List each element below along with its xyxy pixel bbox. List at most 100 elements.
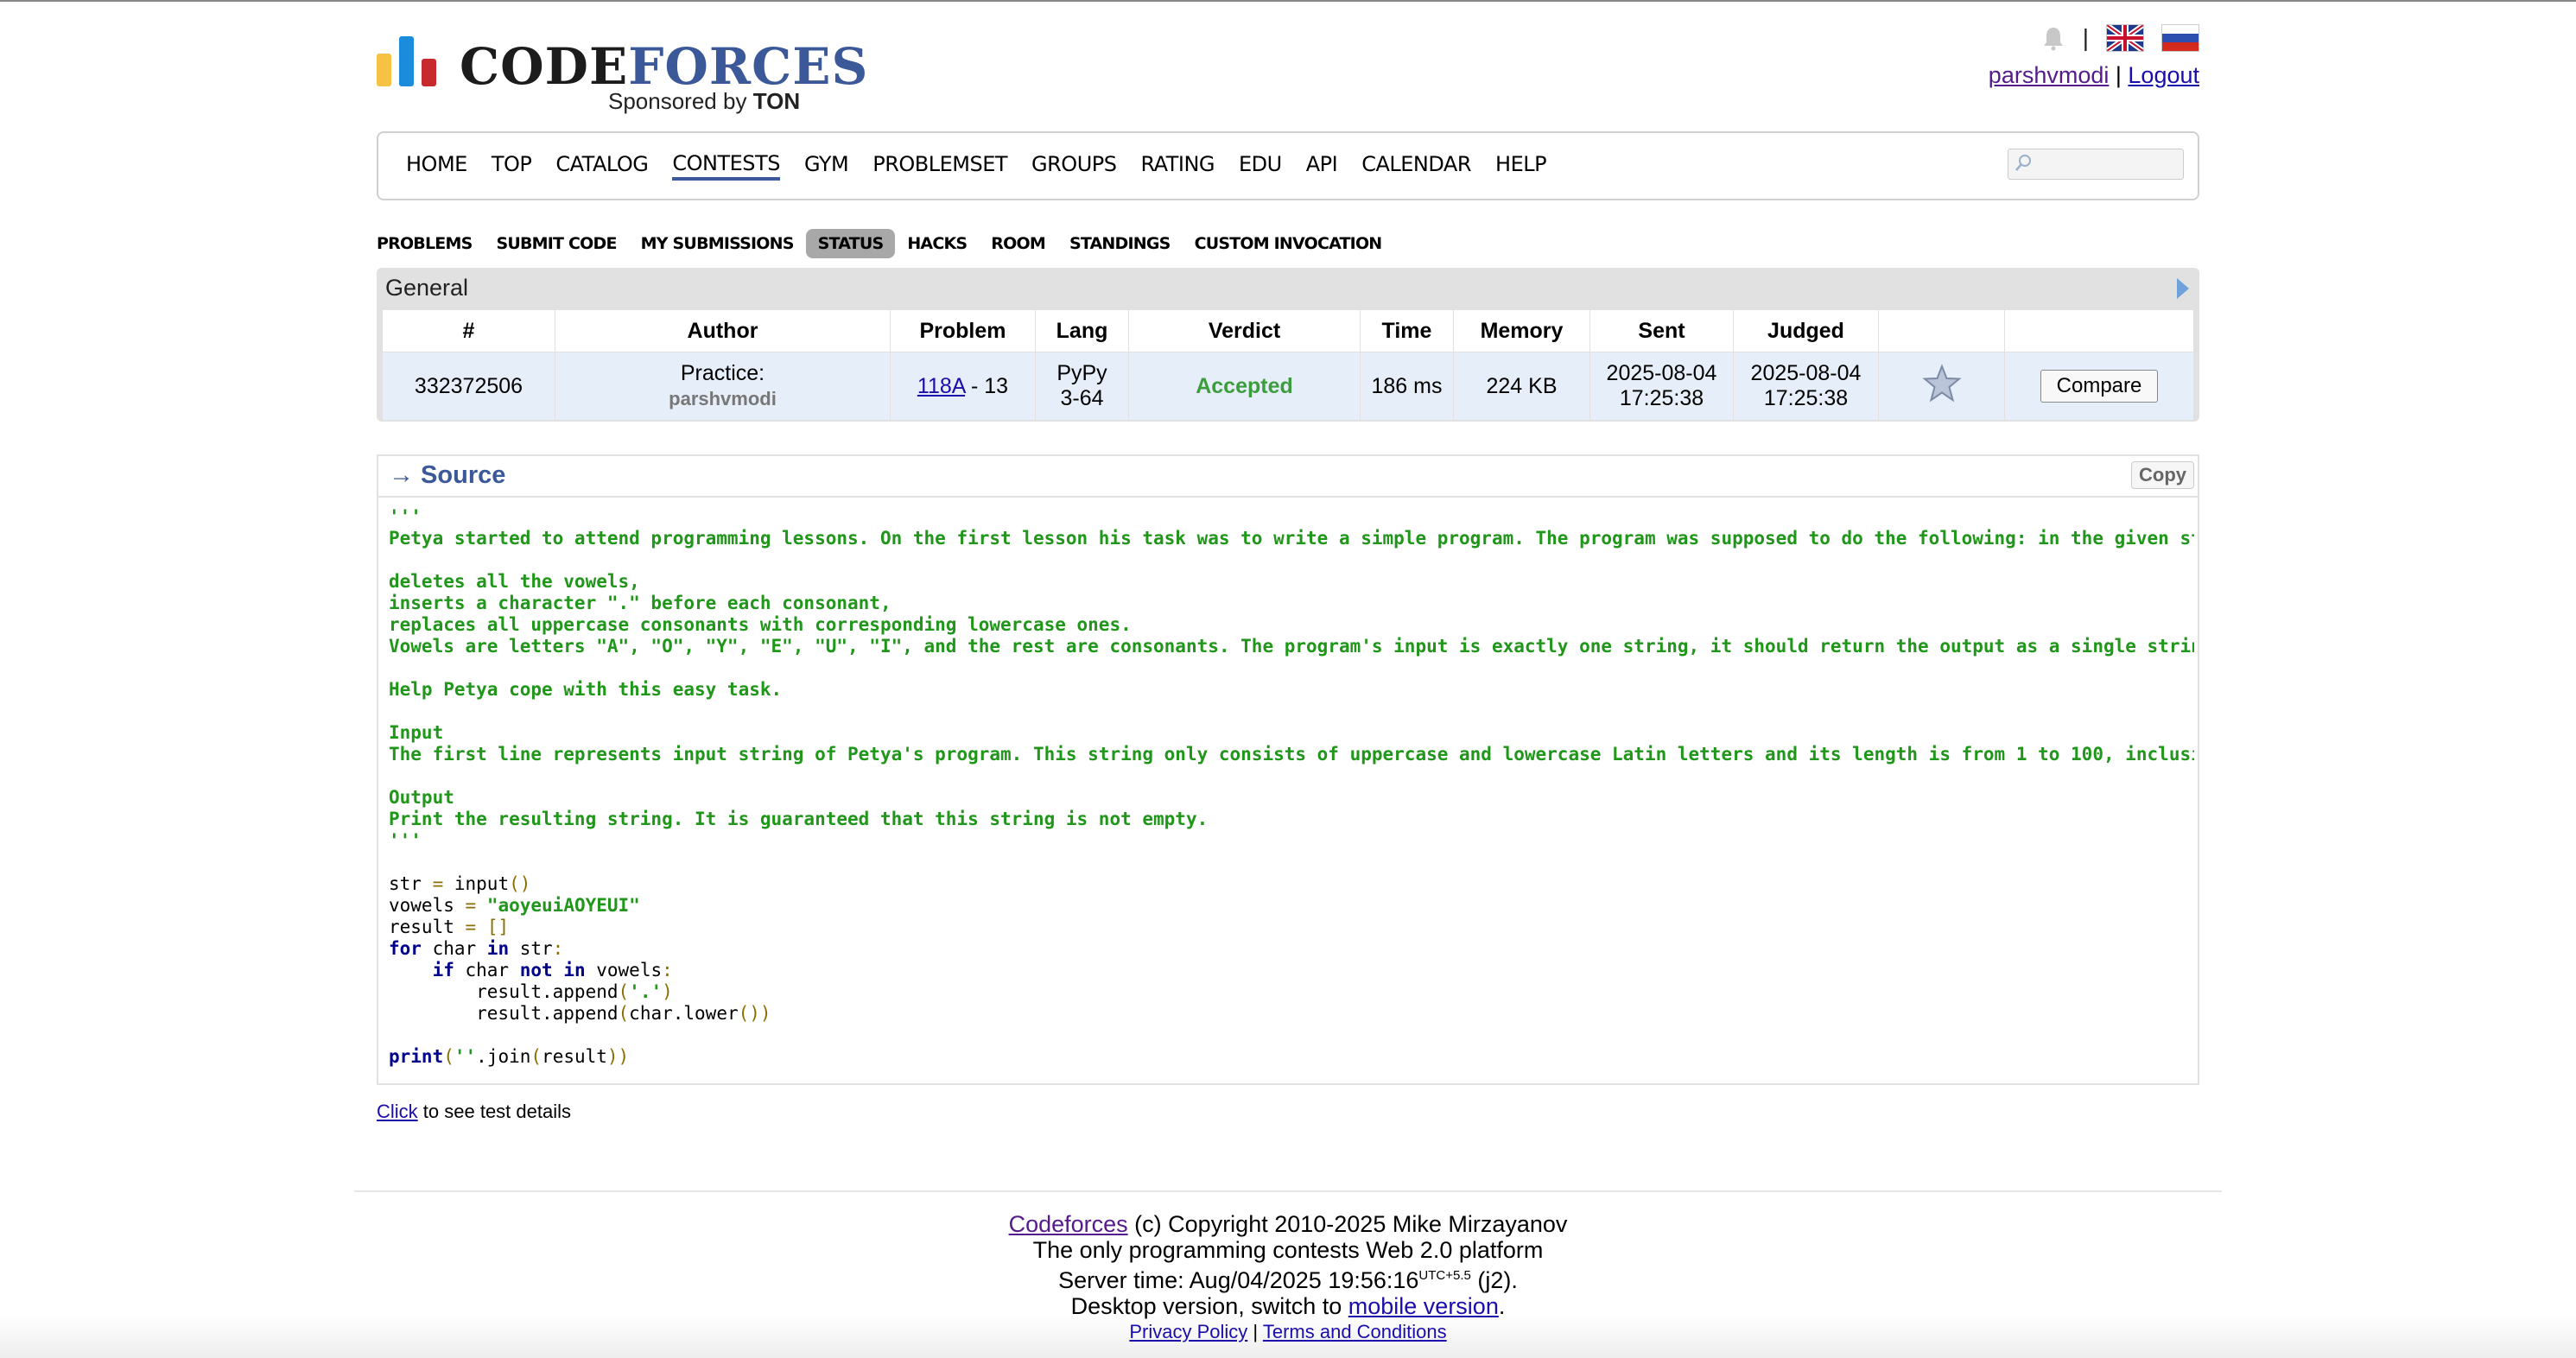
footer-copyright: Codeforces (c) Copyright 2010-2025 Mike … (0, 1211, 2576, 1237)
mobile-version-link[interactable]: mobile version (1348, 1293, 1499, 1319)
column-header: Verdict (1128, 309, 1361, 352)
notification-bell-icon[interactable] (2041, 25, 2065, 51)
main-menu-item-calendar[interactable]: CALENDAR (1361, 152, 1471, 180)
docstring-line (389, 657, 2194, 679)
code-token: for (389, 938, 422, 959)
code-line: result = [] (389, 917, 2194, 938)
docstring-line: Input (389, 722, 444, 743)
main-menu-item-groups[interactable]: GROUPS (1031, 152, 1117, 180)
docstring-line (389, 765, 2194, 787)
verdict-cell: Accepted (1128, 352, 1361, 421)
submenu-item-submit-code[interactable]: SUBMIT CODE (484, 229, 628, 258)
favourite-star-icon[interactable] (1921, 363, 1962, 403)
judged-date: 2025-08-04 (1750, 361, 1862, 385)
code-token: ) (662, 981, 673, 1002)
problem-link[interactable]: 118A (917, 374, 965, 398)
code-token: '' (454, 1046, 477, 1067)
submenu-item-room[interactable]: ROOM (979, 229, 1057, 258)
main-menu-item-help[interactable]: HELP (1495, 152, 1547, 180)
main-menu-item-problemset[interactable]: PROBLEMSET (872, 152, 1007, 180)
column-header (2004, 309, 2194, 352)
code-line: vowels = "aoyeuiAOYEUI" (389, 895, 2194, 917)
submenu-item-hacks[interactable]: HACKS (895, 229, 979, 258)
code-token: ()) (738, 1003, 771, 1024)
source-code[interactable]: ''' Petya started to attend programming l… (389, 506, 2194, 1076)
author-handle[interactable]: parshvmodi (556, 386, 889, 411)
code-token: = (465, 917, 477, 937)
terms-link[interactable]: Terms and Conditions (1263, 1321, 1447, 1342)
submenu-item-problems[interactable]: PROBLEMS (377, 229, 484, 258)
submission-id[interactable]: 332372506 (382, 352, 555, 421)
main-menu-item-edu[interactable]: EDU (1239, 152, 1282, 180)
code-line: for char in str: (389, 938, 2194, 960)
search-icon (2015, 155, 2031, 171)
code-token: = (432, 873, 444, 894)
window-top-border (0, 0, 2576, 2)
code-line: result.append(char.lower()) (389, 1003, 2194, 1025)
problem-cell: 118A - 13 (890, 352, 1036, 421)
server-time-suffix: (j2). (1470, 1267, 1518, 1293)
main-menu-item-top[interactable]: TOP (492, 152, 532, 180)
profile-link[interactable]: parshvmodi (1989, 62, 2110, 88)
code-token: ( (618, 1003, 630, 1024)
test-details-link[interactable]: Click (377, 1101, 418, 1122)
logo-bar-red (422, 59, 436, 86)
russian-flag-icon[interactable] (2161, 24, 2199, 52)
status-panel-title: General (385, 275, 469, 301)
expand-arrow-icon[interactable] (2177, 278, 2189, 299)
code-token: char.lower (629, 1003, 739, 1024)
code-token: .join (476, 1046, 531, 1067)
code-token: result.append (389, 981, 619, 1002)
submenu-item-custom-invocation[interactable]: CUSTOM INVOCATION (1183, 229, 1394, 258)
main-menu: HOME TOP CATALOG CONTESTS GYM PROBLEMSET GROUP… (377, 131, 2199, 200)
column-header: Problem (890, 309, 1036, 352)
column-header: Memory (1453, 309, 1590, 352)
status-panel: General # Author Problem Lang Verdict Time Mem… (377, 268, 2199, 422)
column-header (1878, 309, 2005, 352)
logo-wordmark: CODEFORCES (460, 37, 869, 96)
main-menu-item-rating[interactable]: RATING (1140, 152, 1215, 180)
lang-line-1: PyPy (1056, 361, 1107, 385)
sent-cell: 2025-08-04 17:25:38 (1589, 352, 1734, 421)
main-menu-item-catalog[interactable]: CATALOG (555, 152, 649, 180)
codeforces-logo[interactable]: CODEFORCES Sponsored by TON (377, 35, 867, 121)
table-row: 332372506 Practice: parshvmodi 118A - 13… (382, 352, 2194, 421)
compare-cell: Compare (2004, 352, 2194, 421)
search-input[interactable] (2008, 149, 2184, 180)
copy-button[interactable]: Copy (2131, 461, 2194, 489)
code-token: ( (443, 1046, 454, 1067)
submenu-item-standings[interactable]: STANDINGS (1057, 229, 1183, 258)
docstring-line: replaces all uppercase consonants with c… (389, 614, 1132, 635)
footer-legal-links: Privacy Policy | Terms and Conditions (0, 1319, 2576, 1345)
sent-date: 2025-08-04 (1606, 361, 1717, 385)
server-time-value: Server time: Aug/04/2025 19:56:16 (1058, 1267, 1419, 1293)
logout-link[interactable]: Logout (2128, 62, 2199, 88)
code-token: result.append (389, 1003, 619, 1024)
main-menu-item-home[interactable]: HOME (406, 152, 467, 180)
code-token: ( (530, 1046, 542, 1067)
main-menu-item-api[interactable]: API (1306, 152, 1338, 180)
source-panel: → Source Copy ''' Petya started to attend… (377, 454, 2199, 1085)
column-header: Time (1360, 309, 1454, 352)
submenu-item-my-submissions[interactable]: MY SUBMISSIONS (629, 229, 806, 258)
docstring-line: ''' (389, 830, 422, 851)
docstring-line (389, 701, 2194, 722)
main-menu-item-contests[interactable]: CONTESTS (672, 151, 780, 181)
footer-site-link[interactable]: Codeforces (1009, 1211, 1128, 1237)
time-cell: 186 ms (1360, 352, 1454, 421)
main-menu-item-gym[interactable]: GYM (804, 152, 849, 180)
privacy-policy-link[interactable]: Privacy Policy (1129, 1321, 1247, 1342)
sponsor-text: Sponsored by TON (608, 88, 801, 114)
code-token: () (509, 873, 531, 894)
compare-button[interactable]: Compare (2040, 370, 2159, 403)
docstring-line: deletes all the vowels, (389, 571, 640, 592)
docstring-line: Petya started to attend programming less… (389, 528, 2194, 549)
favourite-cell (1878, 352, 2005, 421)
desktop-version-suffix: . (1498, 1293, 1506, 1319)
submenu-item-status[interactable]: STATUS (805, 229, 896, 258)
english-flag-icon[interactable] (2106, 24, 2144, 52)
source-header: → Source Copy (378, 456, 2198, 498)
column-header: Lang (1035, 309, 1129, 352)
